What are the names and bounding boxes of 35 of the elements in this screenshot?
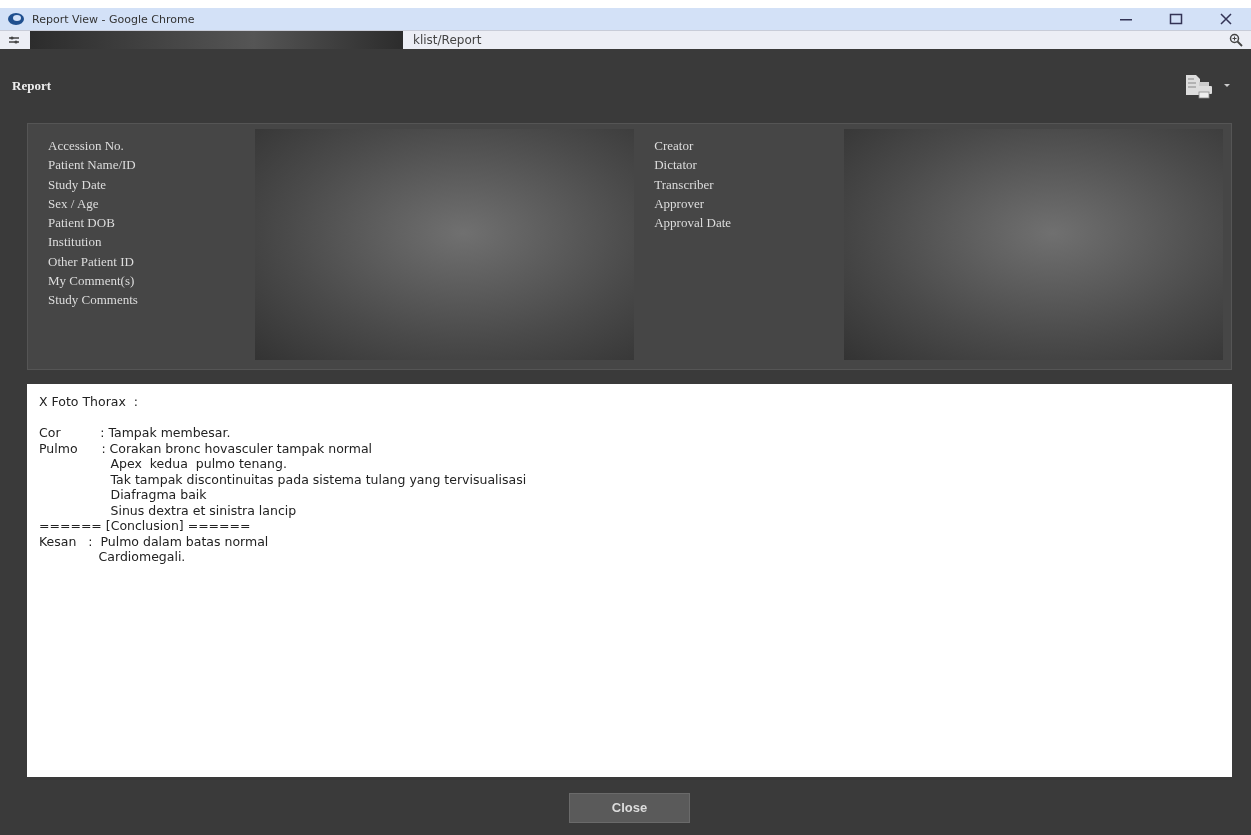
- field-label: Other Patient ID: [48, 254, 135, 269]
- field-label: Patient DOB: [48, 216, 116, 231]
- zoom-icon[interactable]: [1229, 33, 1243, 47]
- report-line: Kesan : Pulmo dalam batas normal: [39, 533, 270, 549]
- report-line: ====== [Conclusion] ======: [39, 518, 252, 534]
- field-label: Study Date: [48, 177, 108, 192]
- report-line: X Foto Thorax :: [39, 394, 139, 410]
- field-label: Dictator: [654, 158, 698, 173]
- maximize-icon[interactable]: [1169, 13, 1183, 25]
- print-document-icon[interactable]: [1184, 73, 1214, 99]
- field-label: Approver: [654, 196, 706, 211]
- close-icon[interactable]: [1219, 13, 1233, 25]
- report-line: Cor : Tampak membesar.: [39, 425, 232, 441]
- field-label: Sex / Age: [48, 196, 100, 211]
- field-label: Patient Name/ID: [48, 158, 137, 173]
- close-button[interactable]: Close: [569, 792, 690, 823]
- field-label: Transcriber: [654, 177, 715, 192]
- browser-logo-icon: [8, 13, 24, 25]
- field-label: Approval Date: [654, 216, 733, 231]
- report-line: Cardiomegali.: [97, 549, 187, 565]
- report-line: Diafragma baik: [109, 487, 208, 503]
- field-label: Accession No.: [48, 139, 125, 153]
- report-title: Report: [11, 78, 52, 94]
- field-label: Institution: [48, 235, 103, 250]
- url-text: klist/Report: [413, 33, 483, 47]
- report-line: Pulmo : Corakan bronc hovasculer tampak normal: [39, 440, 374, 456]
- field-label: My Comment(s): [48, 274, 136, 289]
- report-line: Sinus dextra et sinistra lancip: [109, 502, 298, 518]
- caret-icon[interactable]: [1222, 83, 1232, 89]
- field-label: Study Comments: [48, 293, 139, 308]
- report-line: Apex kedua pulmo tenang.: [109, 456, 288, 472]
- window-title: Report View - Google Chrome: [32, 12, 196, 26]
- report-line: Tak tampak discontinuitas pada sistema tulang yang tervisualisasi: [109, 471, 528, 487]
- site-settings-icon[interactable]: [8, 35, 20, 45]
- field-label: Creator: [654, 139, 695, 153]
